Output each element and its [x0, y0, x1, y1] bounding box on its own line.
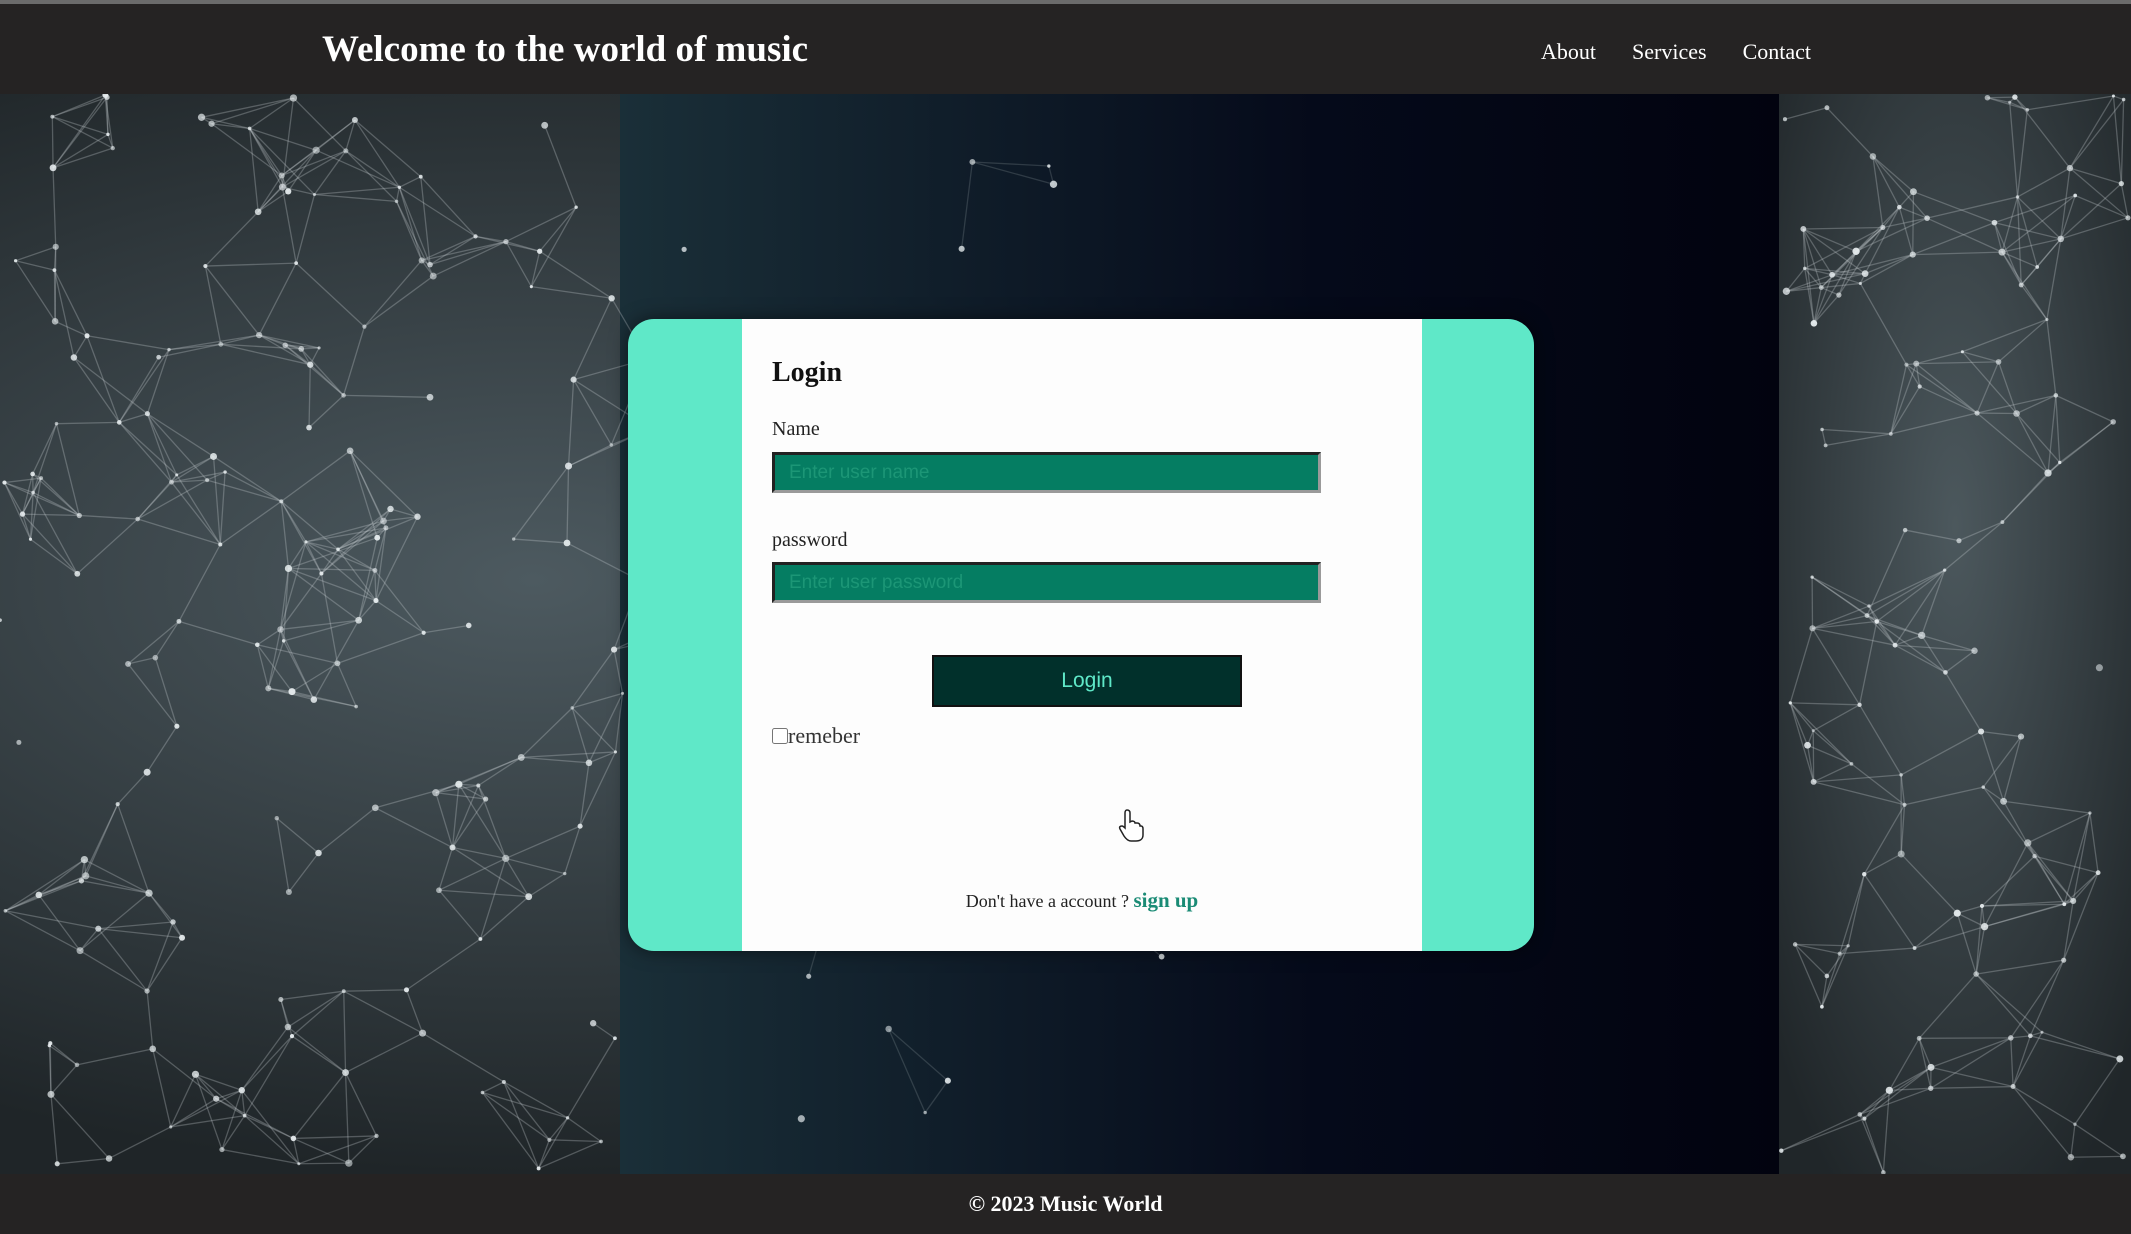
remember-checkbox[interactable]: [772, 728, 788, 744]
site-title: Welcome to the world of music: [322, 28, 808, 71]
password-label: password: [772, 529, 848, 552]
nav-link-about[interactable]: About: [1541, 39, 1596, 65]
name-label: Name: [772, 418, 820, 441]
hand-cursor-icon: [1118, 808, 1144, 842]
copyright-text: © 2023 Music World: [969, 1191, 1163, 1216]
login-card: Login Name password Login remeber Don't …: [628, 319, 1534, 951]
password-input[interactable]: [772, 562, 1321, 603]
remember-option[interactable]: remeber: [772, 723, 860, 749]
login-title: Login: [772, 357, 842, 389]
login-form: Login Name password Login remeber Don't …: [742, 319, 1422, 951]
login-button[interactable]: Login: [932, 655, 1242, 707]
signup-prompt: Don't have a account ?: [966, 891, 1134, 911]
site-footer: © 2023 Music World: [0, 1174, 2131, 1226]
nav-link-contact[interactable]: Contact: [1743, 39, 1811, 65]
site-header: Welcome to the world of music About Serv…: [0, 4, 2131, 94]
nav-link-services[interactable]: Services: [1632, 39, 1707, 65]
username-input[interactable]: [772, 452, 1321, 493]
main-nav: About Services Contact: [1541, 39, 1811, 65]
signup-link[interactable]: sign up: [1133, 888, 1198, 912]
signup-prompt-line: Don't have a account ? sign up: [742, 888, 1422, 913]
remember-label: remeber: [788, 723, 860, 749]
